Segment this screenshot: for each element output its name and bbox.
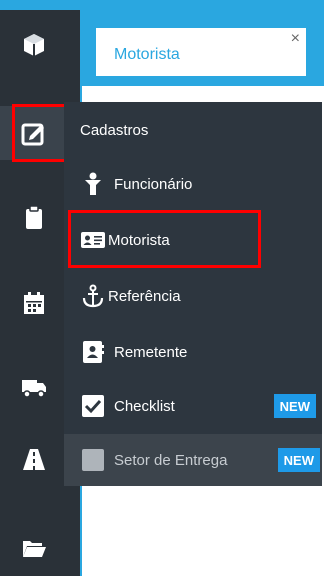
- id-card-icon: [80, 227, 106, 253]
- anchor-icon: [80, 283, 106, 309]
- menu-item-label: Funcionário: [114, 175, 193, 193]
- menu-item-label: Setor de Entrega: [114, 451, 228, 469]
- cube-icon: [24, 34, 44, 56]
- sidebar-item-folder[interactable]: [0, 520, 80, 574]
- tab-label: Motorista: [114, 46, 180, 63]
- person-icon: [80, 171, 106, 197]
- menu-item-referencia[interactable]: Referência: [64, 270, 322, 322]
- rail-top-accent: [0, 0, 80, 10]
- menu-item-label: Motorista: [108, 231, 170, 249]
- checkbox-icon: [80, 393, 106, 419]
- menu-header: Cadastros: [80, 122, 149, 139]
- menu-item-setor-de-entrega[interactable]: Setor de Entrega NEW: [64, 434, 322, 486]
- tab-close-icon[interactable]: ×: [291, 30, 300, 48]
- menu-item-label: Remetente: [114, 343, 188, 361]
- truck-icon: [22, 380, 46, 398]
- menu-item-label: Checklist: [114, 397, 175, 415]
- square-icon: [80, 447, 106, 473]
- sidebar-item-cube[interactable]: [0, 18, 80, 72]
- tab-motorista[interactable]: Motorista ×: [96, 28, 306, 76]
- calendar-icon: [24, 292, 44, 314]
- edit-icon: [21, 123, 44, 146]
- menu-item-funcionario[interactable]: Funcionário: [64, 158, 322, 210]
- folder-open-icon: [23, 541, 46, 557]
- menu-item-remetente[interactable]: Remetente: [64, 326, 322, 378]
- contact-card-icon: [80, 339, 106, 365]
- new-badge: NEW: [273, 394, 316, 418]
- cadastros-menu: Cadastros Funcionário Motorista Referênc…: [64, 102, 322, 486]
- new-badge: NEW: [277, 448, 320, 472]
- menu-item-label: Referência: [108, 287, 181, 305]
- road-icon: [23, 449, 45, 470]
- menu-item-checklist[interactable]: Checklist NEW: [64, 380, 322, 432]
- menu-item-motorista[interactable]: Motorista: [64, 214, 322, 266]
- clipboard-icon: [26, 205, 42, 229]
